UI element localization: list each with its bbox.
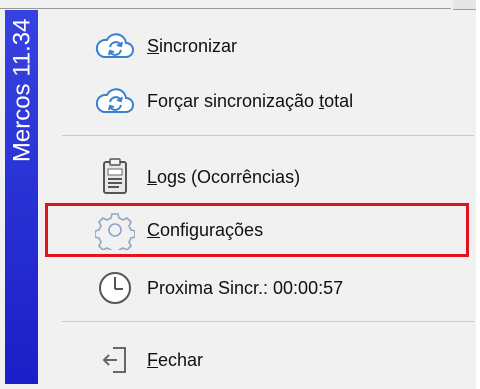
highlight-box [45, 203, 469, 257]
exit-icon [95, 338, 147, 382]
next-sync-label: Proxima Sincr.: 00:00:57 [147, 277, 344, 298]
menu-item-sincronizar[interactable]: Sincronizar [95, 24, 237, 68]
menu-separator [62, 321, 474, 322]
menu-item-forcar-sincronizacao[interactable]: Forçar sincronização total [95, 79, 353, 123]
clipboard-icon [95, 155, 147, 199]
menu-item-fechar[interactable]: Fechar [95, 338, 203, 382]
menu-item-label: Logs (Ocorrências) [147, 166, 301, 187]
menu-right-edge [476, 0, 480, 389]
menu-item-proxima-sincronizacao: Proxima Sincr.: 00:00:57 [95, 266, 343, 310]
menu-item-label: Forçar sincronização total [147, 90, 354, 111]
scroll-tab [453, 0, 477, 10]
top-border [0, 8, 451, 9]
menu-item-label: Fechar [147, 349, 204, 370]
app-version-label: Mercos 11.34 [8, 18, 36, 163]
context-menu: Mercos 11.34 Sincronizar Forçar sincroni… [0, 0, 480, 389]
clock-icon [95, 266, 147, 310]
menu-item-label: Sincronizar [147, 35, 238, 56]
menu-separator [62, 135, 474, 136]
label-rest: incronizar [159, 35, 238, 56]
cloud-sync-icon [95, 24, 147, 68]
menu-sidebar-banner: Mercos 11.34 [5, 10, 38, 384]
cloud-sync-icon [95, 79, 147, 123]
menu-item-logs[interactable]: Logs (Ocorrências) [95, 155, 300, 199]
